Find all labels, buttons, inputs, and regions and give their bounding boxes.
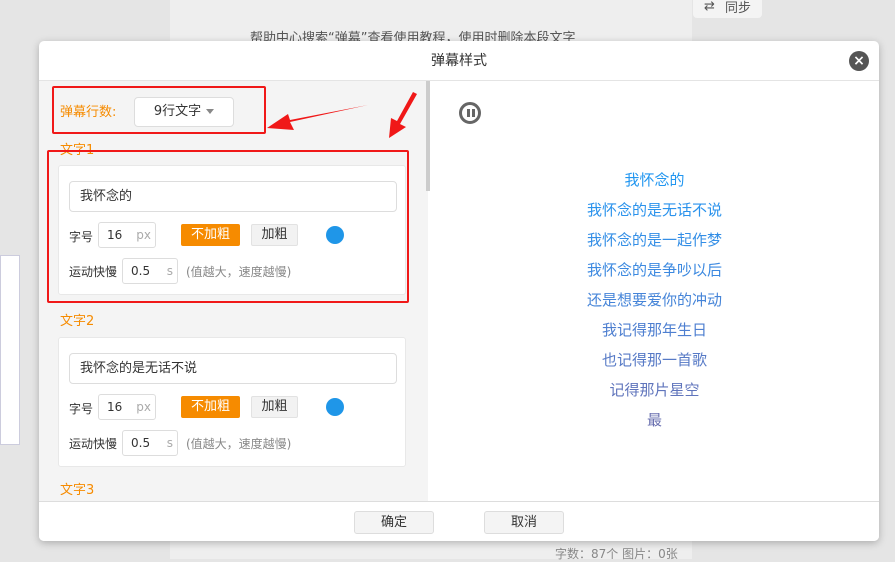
text2-input[interactable]: 我怀念的是无话不说 <box>69 353 397 384</box>
text2-card: 我怀念的是无话不说 字号 16 px 不加粗 加粗 运动快慢 0.5 s (值越大，… <box>58 337 406 467</box>
preview-panel: 我怀念的我怀念的是无话不说 我怀念的是一起作梦 我怀念的是争吵以后 还是想要爱你的冲动… <box>430 81 879 501</box>
font-size-input[interactable]: 16 px <box>98 394 156 420</box>
settings-panel: 弹幕行数: 9行文字 文字1 我怀念的 字号 16 px 不加粗 加粗 运动快慢 … <box>39 81 428 501</box>
dialog-title: 弹幕样式 <box>39 41 879 81</box>
font-size-label: 字号 <box>69 402 94 416</box>
cancel-button[interactable]: 取消 <box>484 511 564 534</box>
not-bold-button[interactable]: 不加粗 <box>181 396 240 418</box>
preview-line: 还是想要爱你的冲动 <box>586 291 722 309</box>
preview-line: 记得那片星空 <box>609 381 700 399</box>
text3-label: 文字3 <box>60 483 95 498</box>
danmaku-style-dialog: 弹幕样式 × 弹幕行数: 9行文字 文字1 我怀念的 字号 16 px 不加粗 加… <box>39 41 879 541</box>
annotation-box <box>47 150 409 303</box>
sync-label: 同步 <box>724 0 751 16</box>
speed-label: 运动快慢 <box>69 437 118 451</box>
preview-line: 我怀念的是无话不说 <box>586 201 722 219</box>
status-text: 字数：87个 图片：0张 <box>555 547 678 561</box>
sync-button[interactable]: ⇄ 同步 <box>693 0 762 18</box>
preview-line: 也记得那一首歌 <box>601 351 707 369</box>
dialog-footer: 确定 取消 <box>39 501 879 541</box>
confirm-button[interactable]: 确定 <box>354 511 434 534</box>
preview-line: 最 <box>646 411 662 429</box>
speed-hint: (值越大，速度越慢) <box>186 437 292 451</box>
text2-label: 文字2 <box>60 314 95 329</box>
close-icon[interactable]: × <box>849 51 869 71</box>
preview-lines: 我怀念的我怀念的是无话不说 我怀念的是一起作梦 我怀念的是争吵以后 还是想要爱你的冲动… <box>430 165 879 435</box>
bold-button[interactable]: 加粗 <box>251 396 298 418</box>
sync-icon: ⇄ <box>704 0 715 14</box>
color-picker[interactable] <box>326 398 344 416</box>
preview-line: 我记得那年生日 <box>601 321 707 339</box>
preview-line: 我怀念的是一起作梦 <box>586 231 722 249</box>
side-panel <box>0 255 20 445</box>
pause-icon[interactable] <box>459 102 481 124</box>
annotation-box <box>52 86 266 134</box>
speed-input[interactable]: 0.5 s <box>122 430 178 456</box>
preview-line: 我怀念的是争吵以后 <box>586 261 722 279</box>
preview-line: 我怀念的 <box>624 171 685 189</box>
